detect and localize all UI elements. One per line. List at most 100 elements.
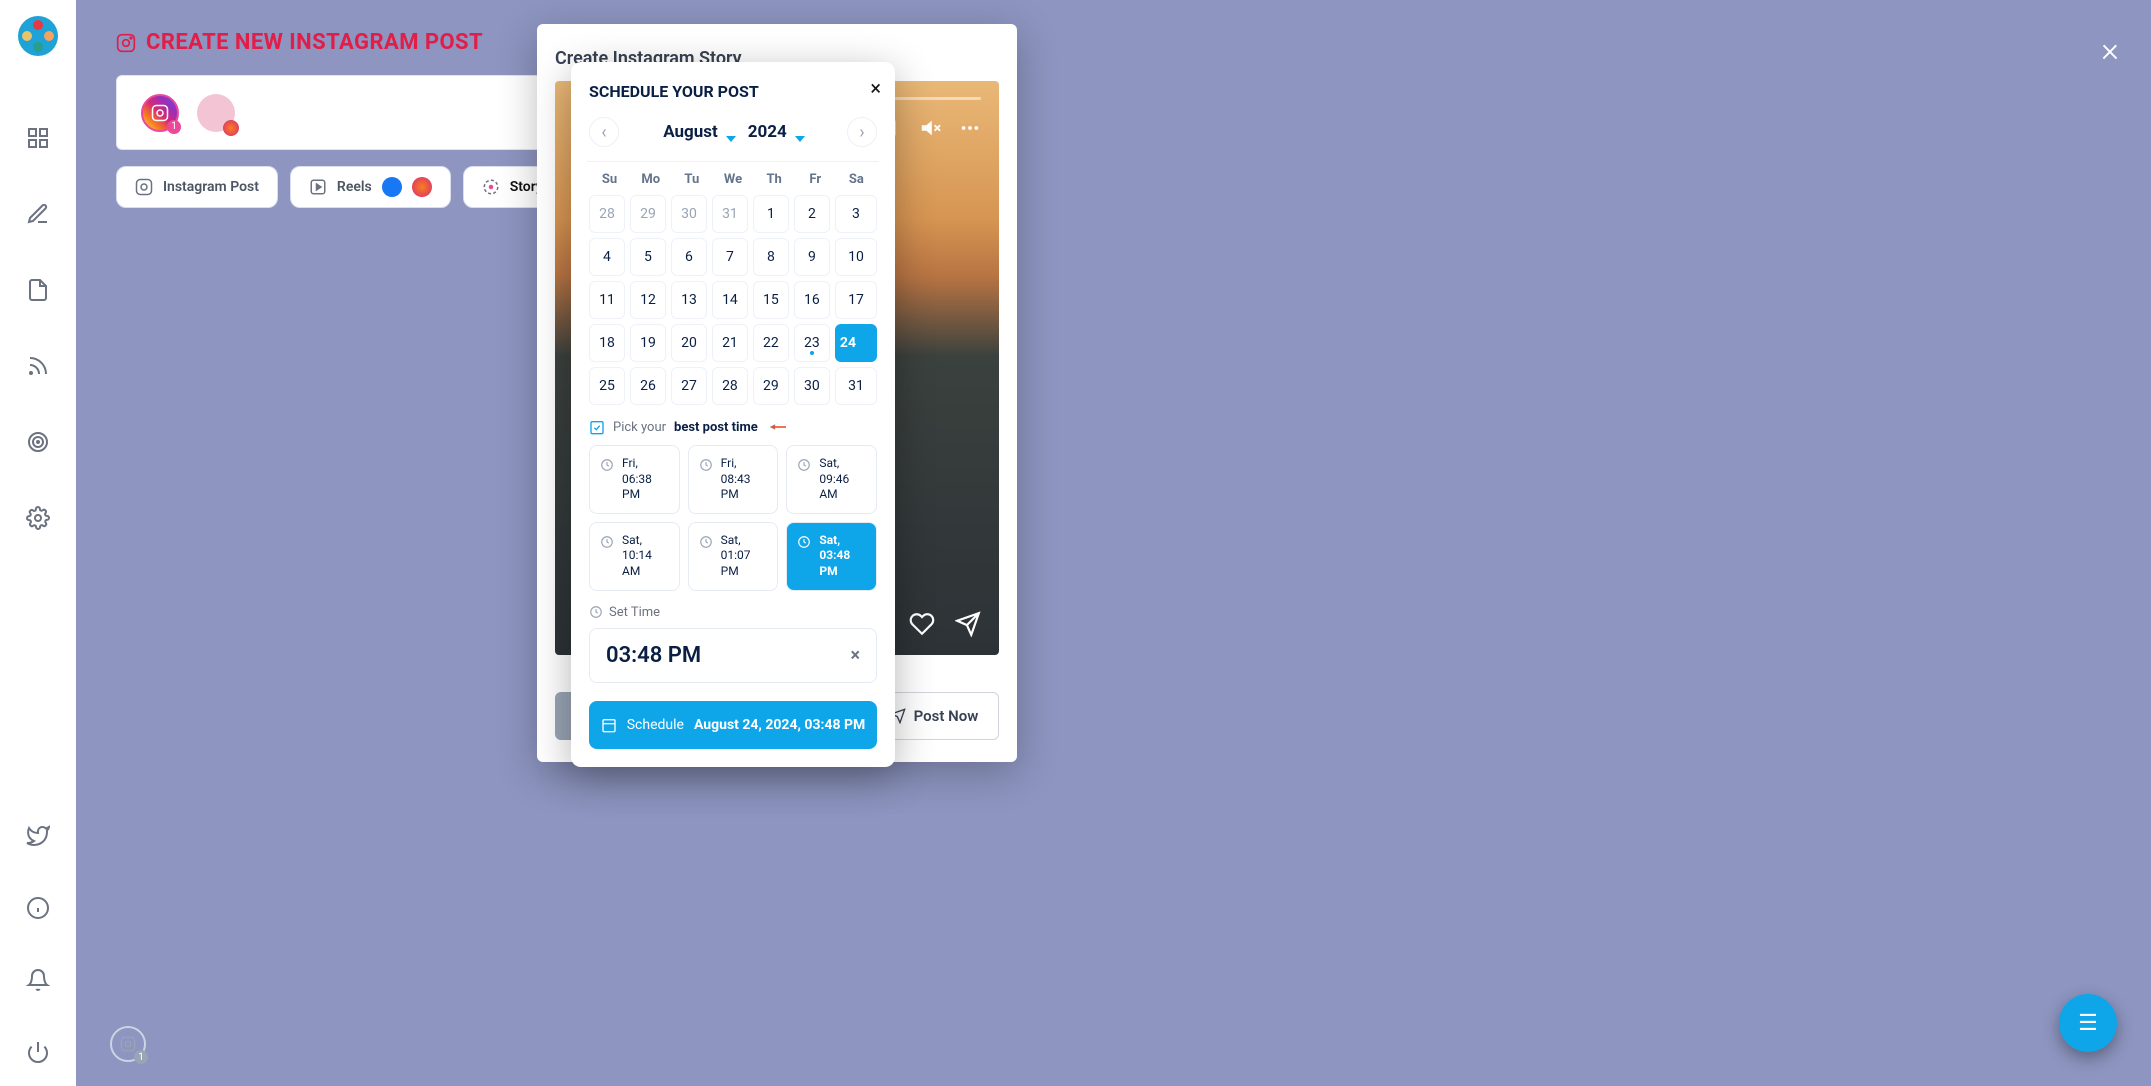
- calendar-day[interactable]: 19: [630, 324, 666, 362]
- clock-icon: [600, 458, 614, 472]
- tab-reels[interactable]: Reels: [290, 166, 451, 208]
- popover-title: SCHEDULE YOUR POST: [589, 82, 877, 101]
- calendar-day[interactable]: 28: [712, 367, 748, 405]
- settings-icon[interactable]: [24, 504, 52, 532]
- weekday-label: Mo: [630, 172, 671, 187]
- more-icon[interactable]: [959, 117, 981, 139]
- calendar-day[interactable]: 22: [753, 324, 789, 362]
- weekday-label: Sa: [836, 172, 877, 187]
- schedule-word: Schedule: [627, 717, 684, 733]
- time-suggestion-chip[interactable]: Sat, 01:07 PM: [688, 522, 779, 591]
- calendar-day[interactable]: 7: [712, 238, 748, 276]
- prev-month-button[interactable]: ‹: [589, 117, 619, 147]
- next-month-button[interactable]: ›: [847, 117, 877, 147]
- month-select[interactable]: August: [659, 118, 738, 146]
- time-value: 03:48 PM: [606, 643, 701, 668]
- account-avatar[interactable]: [197, 94, 235, 132]
- tab-label: Reels: [337, 179, 372, 195]
- bell-icon[interactable]: [24, 966, 52, 994]
- rss-icon[interactable]: [24, 352, 52, 380]
- tab-label: Instagram Post: [163, 179, 259, 195]
- calendar-day[interactable]: 11: [589, 281, 625, 319]
- time-input[interactable]: 03:48 PM ×: [589, 628, 877, 683]
- set-time-label: Set Time: [609, 605, 660, 620]
- weekday-label: Fr: [795, 172, 836, 187]
- dashboard-icon[interactable]: [24, 124, 52, 152]
- calendar-day[interactable]: 17: [835, 281, 877, 319]
- page-header: CREATE NEW INSTAGRAM POST: [116, 30, 2111, 55]
- app-logo: [14, 12, 62, 60]
- time-suggestion-chip[interactable]: Fri, 08:43 PM: [688, 445, 779, 514]
- calendar-day[interactable]: 3: [835, 195, 877, 233]
- year-select[interactable]: 2024: [744, 118, 807, 146]
- send-icon[interactable]: [955, 611, 981, 637]
- clock-icon: [797, 458, 811, 472]
- calendar-day[interactable]: 31: [835, 367, 877, 405]
- facebook-mini-icon: [382, 177, 402, 197]
- tab-instagram-post[interactable]: Instagram Post: [116, 166, 278, 208]
- calendar-day[interactable]: 25: [589, 367, 625, 405]
- clock-icon: [600, 535, 614, 549]
- calendar-day[interactable]: 23: [794, 324, 830, 362]
- calendar-day-prev: 30: [671, 195, 707, 233]
- twitter-icon[interactable]: [24, 822, 52, 850]
- calendar-day[interactable]: 29: [753, 367, 789, 405]
- calendar-day[interactable]: 1: [753, 195, 789, 233]
- time-suggestion-chip[interactable]: Sat, 10:14 AM: [589, 522, 680, 591]
- calendar-day[interactable]: 2: [794, 195, 830, 233]
- best-time-grid: Fri, 06:38 PMFri, 08:43 PMSat, 09:46 AMS…: [589, 445, 877, 591]
- calendar-day-prev: 31: [712, 195, 748, 233]
- time-suggestion-chip[interactable]: Fri, 06:38 PM: [589, 445, 680, 514]
- time-suggestion-chip[interactable]: Sat, 09:46 AM: [786, 445, 877, 514]
- pick-label: Pick your: [613, 420, 666, 435]
- calendar-day[interactable]: 4: [589, 238, 625, 276]
- calendar-day[interactable]: 9: [794, 238, 830, 276]
- clock-icon: [589, 605, 603, 619]
- page-title: CREATE NEW INSTAGRAM POST: [146, 30, 483, 55]
- instagram-icon: [135, 178, 153, 196]
- calendar-day[interactable]: 26: [630, 367, 666, 405]
- calendar-day[interactable]: 10: [835, 238, 877, 276]
- account-platform-chip[interactable]: 1: [141, 94, 179, 132]
- calendar-day-prev: 28: [589, 195, 625, 233]
- calendar-icon: [601, 717, 617, 733]
- calendar-day[interactable]: 16: [794, 281, 830, 319]
- schedule-date: August 24, 2024, 03:48 PM: [694, 717, 865, 733]
- calendar-day[interactable]: 20: [671, 324, 707, 362]
- info-icon[interactable]: [24, 894, 52, 922]
- calendar-day[interactable]: 13: [671, 281, 707, 319]
- confirm-schedule-button[interactable]: Schedule August 24, 2024, 03:48 PM: [589, 701, 877, 749]
- close-icon[interactable]: ×: [870, 76, 881, 100]
- time-suggestion-chip[interactable]: Sat, 03:48 PM: [786, 522, 877, 591]
- footer-account-chip[interactable]: 1: [110, 1026, 146, 1062]
- account-count-badge: 1: [167, 120, 181, 134]
- calendar-day[interactable]: 14: [712, 281, 748, 319]
- clear-time-icon[interactable]: ×: [850, 645, 860, 666]
- instagram-icon: [116, 33, 136, 53]
- like-icon[interactable]: [909, 611, 935, 637]
- calendar-day[interactable]: 21: [712, 324, 748, 362]
- calendar-weekday-header: SuMoTuWeThFrSa: [589, 172, 877, 187]
- hamburger-icon: ☰: [2078, 1011, 2098, 1036]
- calendar-day[interactable]: 12: [630, 281, 666, 319]
- calendar-day[interactable]: 27: [671, 367, 707, 405]
- calendar-day[interactable]: 18: [589, 324, 625, 362]
- calendar-day[interactable]: 8: [753, 238, 789, 276]
- compose-icon[interactable]: [24, 200, 52, 228]
- calendar-day[interactable]: 30: [794, 367, 830, 405]
- calendar-day[interactable]: 6: [671, 238, 707, 276]
- mute-icon[interactable]: [919, 117, 941, 139]
- calendar-day[interactable]: 24: [835, 324, 877, 362]
- arrow-indicator-icon: [770, 419, 786, 435]
- document-icon[interactable]: [24, 276, 52, 304]
- button-label: Post Now: [914, 707, 979, 725]
- calendar-grid: 2829303112345678910111213141516171819202…: [589, 195, 877, 405]
- calendar-day[interactable]: 5: [630, 238, 666, 276]
- target-icon[interactable]: [24, 428, 52, 456]
- weekday-label: We: [712, 172, 753, 187]
- pick-bold-label: best post time: [674, 420, 758, 435]
- calendar-day[interactable]: 15: [753, 281, 789, 319]
- power-icon[interactable]: [24, 1038, 52, 1066]
- close-icon[interactable]: ×: [2101, 30, 2119, 70]
- fab-menu-button[interactable]: ☰: [2059, 994, 2117, 1052]
